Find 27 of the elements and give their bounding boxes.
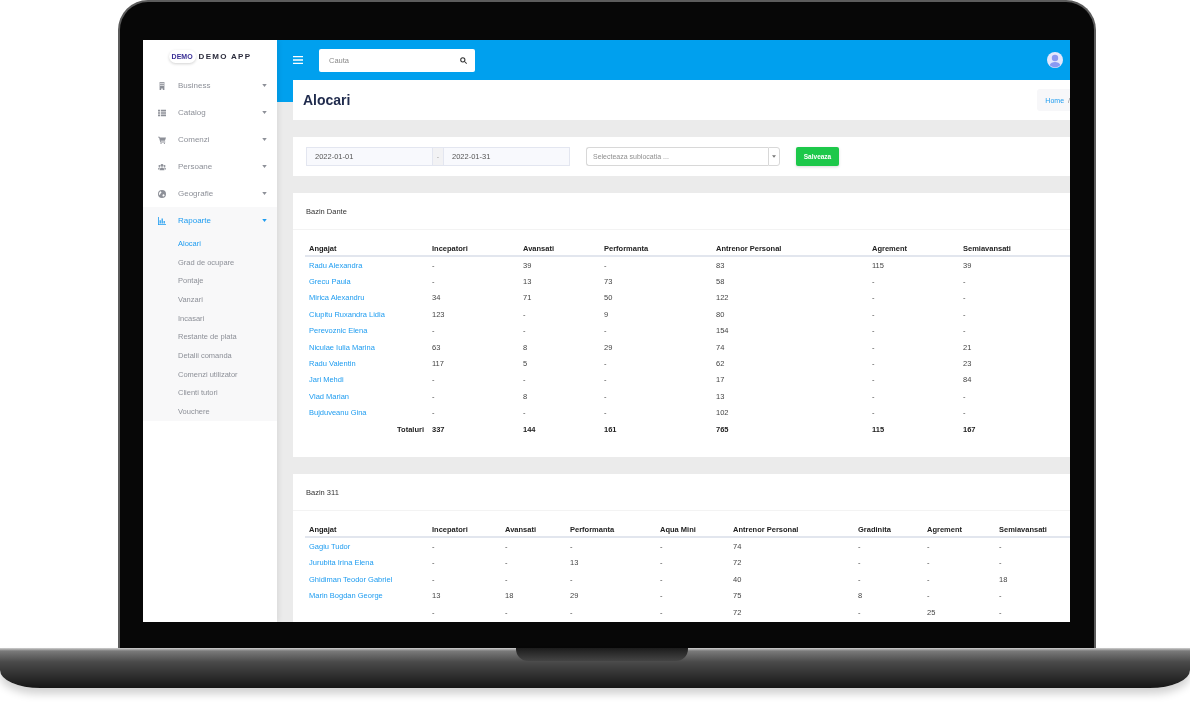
menu-button[interactable]: [293, 56, 303, 64]
users-icon: [158, 162, 166, 171]
caret-icon: [262, 111, 267, 114]
building-icon: [158, 81, 166, 90]
cart-icon: [158, 135, 166, 144]
bar-chart-icon: [158, 216, 166, 225]
sidebar-item[interactable]: Geografie: [143, 180, 277, 207]
caret-icon: [262, 84, 267, 87]
list-icon: [158, 108, 166, 117]
sidebar-item[interactable]: Rapoarte: [143, 207, 277, 234]
user-avatar-icon[interactable]: [1047, 52, 1063, 68]
sidebar-item[interactable]: Business: [143, 72, 277, 99]
caret-icon: [772, 155, 776, 158]
caret-icon: [262, 219, 267, 222]
globe-icon: [158, 189, 166, 198]
sidebar-item[interactable]: Catalog: [143, 99, 277, 126]
sidebar-item[interactable]: Comenzi: [143, 126, 277, 153]
page-title: Alocari: [303, 92, 351, 108]
search-button[interactable]: [452, 48, 475, 72]
menu-icon: [293, 56, 303, 64]
caret-icon: [262, 192, 267, 195]
sidebar-item[interactable]: Persoane: [143, 153, 277, 180]
caret-icon: [262, 165, 267, 168]
caret-icon: [262, 138, 267, 141]
app-title: DEMO APP: [198, 51, 252, 61]
dropdown-toggle[interactable]: [768, 147, 780, 166]
search-icon: [460, 56, 467, 64]
